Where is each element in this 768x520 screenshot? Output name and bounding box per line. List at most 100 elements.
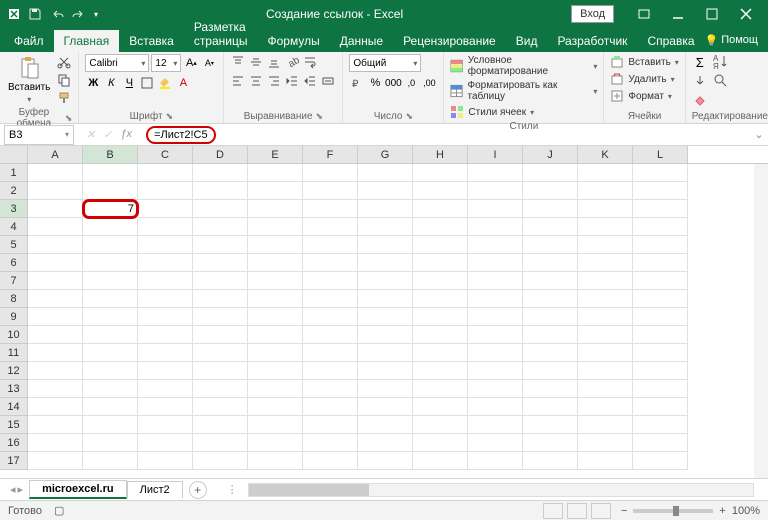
cell[interactable] — [578, 272, 633, 290]
comma-icon[interactable]: 000 — [385, 75, 401, 91]
cell[interactable] — [83, 308, 138, 326]
cell[interactable] — [633, 452, 688, 470]
zoom-level[interactable]: 100% — [732, 505, 760, 517]
cell[interactable] — [303, 434, 358, 452]
cell[interactable] — [28, 416, 83, 434]
number-format-select[interactable]: Общий▾ — [349, 54, 421, 72]
cell[interactable] — [303, 344, 358, 362]
cell[interactable] — [523, 200, 578, 218]
cell[interactable] — [193, 344, 248, 362]
italic-icon[interactable]: К — [103, 75, 119, 91]
cell[interactable] — [523, 164, 578, 182]
cell[interactable] — [138, 272, 193, 290]
cell[interactable] — [633, 380, 688, 398]
cell[interactable] — [578, 452, 633, 470]
cell[interactable] — [358, 326, 413, 344]
row-header[interactable]: 15 — [0, 416, 28, 434]
cell[interactable] — [138, 344, 193, 362]
cell[interactable] — [468, 182, 523, 200]
cell[interactable] — [248, 434, 303, 452]
cell[interactable] — [303, 218, 358, 236]
dialog-launcher-icon[interactable]: ⬊ — [166, 111, 174, 122]
conditional-formatting-button[interactable]: Условное форматирование▾ — [450, 54, 597, 78]
cell[interactable] — [193, 452, 248, 470]
delete-cells-button[interactable]: Удалить▾ — [610, 71, 678, 87]
cell[interactable] — [468, 218, 523, 236]
cell[interactable] — [303, 416, 358, 434]
tab-insert[interactable]: Вставка — [119, 30, 184, 52]
cell[interactable] — [138, 254, 193, 272]
cell[interactable] — [523, 326, 578, 344]
tab-pagelayout[interactable]: Разметка страницы — [184, 16, 258, 52]
row-header[interactable]: 10 — [0, 326, 28, 344]
cell[interactable] — [523, 272, 578, 290]
row-header[interactable]: 9 — [0, 308, 28, 326]
cell[interactable] — [578, 380, 633, 398]
cell-styles-button[interactable]: Стили ячеек▾ — [450, 104, 597, 120]
cell[interactable] — [83, 326, 138, 344]
cell[interactable] — [413, 380, 468, 398]
cell[interactable] — [633, 326, 688, 344]
cell[interactable] — [578, 254, 633, 272]
cell[interactable] — [303, 254, 358, 272]
cell[interactable] — [83, 434, 138, 452]
cell[interactable] — [28, 434, 83, 452]
cell[interactable] — [633, 362, 688, 380]
cell[interactable] — [358, 218, 413, 236]
row-header[interactable]: 3 — [0, 200, 28, 218]
cell[interactable] — [248, 416, 303, 434]
macro-record-icon[interactable]: ▢ — [54, 504, 64, 517]
cell[interactable] — [633, 272, 688, 290]
cell[interactable] — [138, 380, 193, 398]
cell[interactable] — [358, 236, 413, 254]
tab-help[interactable]: Справка — [637, 30, 704, 52]
cell[interactable] — [303, 290, 358, 308]
row-header[interactable]: 6 — [0, 254, 28, 272]
cell[interactable] — [468, 326, 523, 344]
cell[interactable] — [83, 290, 138, 308]
sort-filter-icon[interactable]: AЯ — [712, 54, 728, 70]
cell[interactable] — [413, 416, 468, 434]
view-page-layout-icon[interactable] — [567, 503, 587, 519]
cell[interactable] — [578, 200, 633, 218]
cell[interactable] — [468, 452, 523, 470]
cell[interactable] — [413, 452, 468, 470]
cell[interactable] — [358, 344, 413, 362]
cell[interactable] — [413, 344, 468, 362]
cell[interactable] — [523, 416, 578, 434]
cell[interactable] — [83, 236, 138, 254]
cell[interactable] — [303, 200, 358, 218]
cell[interactable] — [523, 344, 578, 362]
increase-font-icon[interactable]: A▴ — [183, 55, 199, 71]
cell[interactable] — [303, 326, 358, 344]
cell[interactable] — [468, 200, 523, 218]
cell[interactable] — [358, 182, 413, 200]
cell[interactable] — [358, 380, 413, 398]
cell[interactable] — [248, 236, 303, 254]
cell[interactable] — [248, 200, 303, 218]
cell[interactable] — [578, 434, 633, 452]
cell[interactable] — [413, 200, 468, 218]
cell[interactable] — [28, 344, 83, 362]
cell[interactable] — [193, 308, 248, 326]
format-painter-icon[interactable] — [56, 90, 72, 106]
copy-icon[interactable] — [56, 72, 72, 88]
row-header[interactable]: 8 — [0, 290, 28, 308]
cell[interactable] — [303, 452, 358, 470]
cut-icon[interactable] — [56, 54, 72, 70]
cell[interactable] — [523, 452, 578, 470]
cell[interactable] — [523, 434, 578, 452]
align-middle-icon[interactable] — [248, 54, 264, 70]
cell[interactable] — [358, 434, 413, 452]
cell[interactable] — [193, 200, 248, 218]
cell[interactable] — [468, 398, 523, 416]
decrease-indent-icon[interactable] — [284, 73, 300, 89]
cell[interactable] — [358, 254, 413, 272]
cell[interactable] — [578, 164, 633, 182]
cell[interactable] — [468, 164, 523, 182]
cell[interactable] — [138, 164, 193, 182]
cell[interactable] — [523, 380, 578, 398]
column-header[interactable]: B — [83, 146, 138, 163]
cell[interactable] — [83, 362, 138, 380]
column-header[interactable]: I — [468, 146, 523, 163]
